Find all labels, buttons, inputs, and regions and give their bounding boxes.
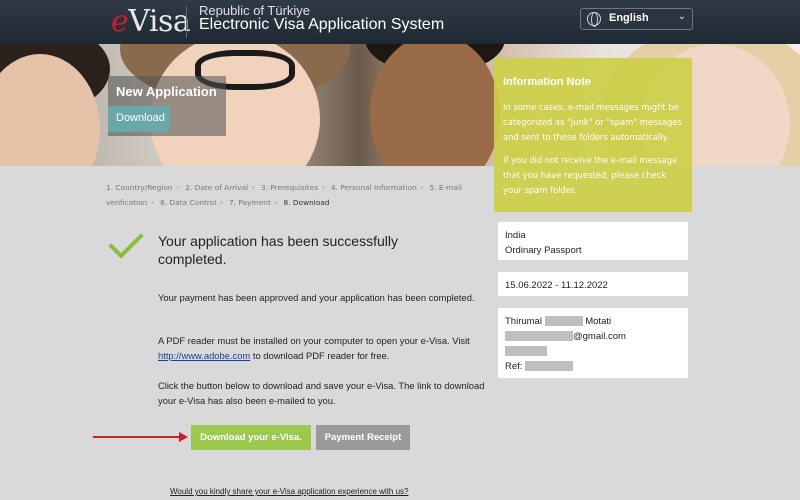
redacted-block: [505, 346, 547, 357]
annotation-arrow-head: [179, 432, 188, 442]
step-data-control: 6. Data Control: [160, 198, 217, 207]
information-note-title: Information Note: [503, 76, 591, 88]
top-bar: eVisa Republic of Türkiye Electronic Vis…: [0, 0, 800, 44]
payment-approved-text: Your payment has been approved and your …: [158, 292, 475, 303]
applicant-ref-row: Ref:: [505, 359, 681, 374]
success-title: Your application has been successfully c…: [158, 233, 398, 267]
applicant-last-name: Motati: [585, 316, 612, 327]
redacted-block: [525, 361, 574, 372]
applicant-first-name: Thirumal: [505, 316, 542, 327]
information-note: Information Note In some cases, e-mail m…: [494, 58, 692, 212]
applicant-email-row: @gmail.com: [505, 329, 681, 344]
step-personal-info: 4. Personal Information: [330, 183, 417, 192]
chevron-down-icon: ⌄: [677, 11, 686, 22]
evisa-logo[interactable]: eVisa: [111, 4, 191, 39]
applicant-card: Thirumal Motati @gmail.com Ref:: [498, 308, 688, 378]
applicant-name-row: Thirumal Motati: [505, 314, 681, 329]
download-instructions-text: Click the button below to download and s…: [158, 380, 485, 406]
logo-e: e: [111, 4, 129, 39]
step-country: 1. Country/Region: [106, 183, 173, 192]
pdf-reader-text-end: to download PDF reader for free.: [250, 350, 390, 361]
payment-receipt-button[interactable]: Payment Receipt: [316, 425, 410, 450]
adobe-link[interactable]: http://www.adobe.com: [158, 350, 250, 361]
progress-steps: 1. Country/Region • 2. Date of Arrival • 3…: [106, 183, 463, 207]
applicant-redacted-row: [505, 344, 681, 359]
validity-dates: 15.06.2022 - 11.12.2022: [505, 280, 608, 291]
redacted-block: [544, 316, 583, 327]
country-value: India: [505, 230, 526, 241]
download-evisa-button[interactable]: Download your e-Visa.: [191, 425, 311, 450]
information-note-text-2: If you did not receive the e-mail messag…: [503, 155, 678, 195]
information-note-text-1: In some cases, e-mail messages might be …: [503, 102, 682, 142]
logo-divider: [186, 6, 187, 38]
redacted-block: [505, 331, 573, 342]
applicant-email-suffix: @gmail.com: [573, 331, 626, 342]
validity-card: 15.06.2022 - 11.12.2022: [498, 272, 688, 296]
system-title: Electronic Visa Application System: [199, 16, 445, 33]
step-payment: 7. Payment: [228, 198, 271, 207]
passport-type-value: Ordinary Passport: [505, 245, 582, 256]
logo-visa: Visa: [128, 4, 191, 39]
language-value: English: [609, 12, 649, 24]
step-prerequisites: 3. Prerequisites: [260, 183, 319, 192]
checkmark-icon: [108, 223, 144, 259]
annotation-arrow-shaft: [93, 436, 181, 438]
pdf-reader-text: A PDF reader must be installed on your c…: [158, 333, 488, 363]
step-download-current: 8. Download: [283, 198, 330, 207]
language-select[interactable]: English ⌄: [580, 8, 693, 30]
download-tab[interactable]: Download: [108, 106, 170, 132]
new-application-title: New Application: [116, 84, 217, 99]
banner-photo-face-3: [370, 44, 500, 166]
survey-link[interactable]: Would you kindly share your e-Visa appli…: [170, 487, 409, 496]
step-arrival: 2. Date of Arrival: [185, 183, 249, 192]
ref-label: Ref:: [505, 361, 523, 372]
globe-icon: [587, 12, 601, 27]
pdf-reader-text-start: A PDF reader must be installed on your c…: [158, 335, 470, 346]
passport-card: India Ordinary Passport: [498, 222, 688, 260]
